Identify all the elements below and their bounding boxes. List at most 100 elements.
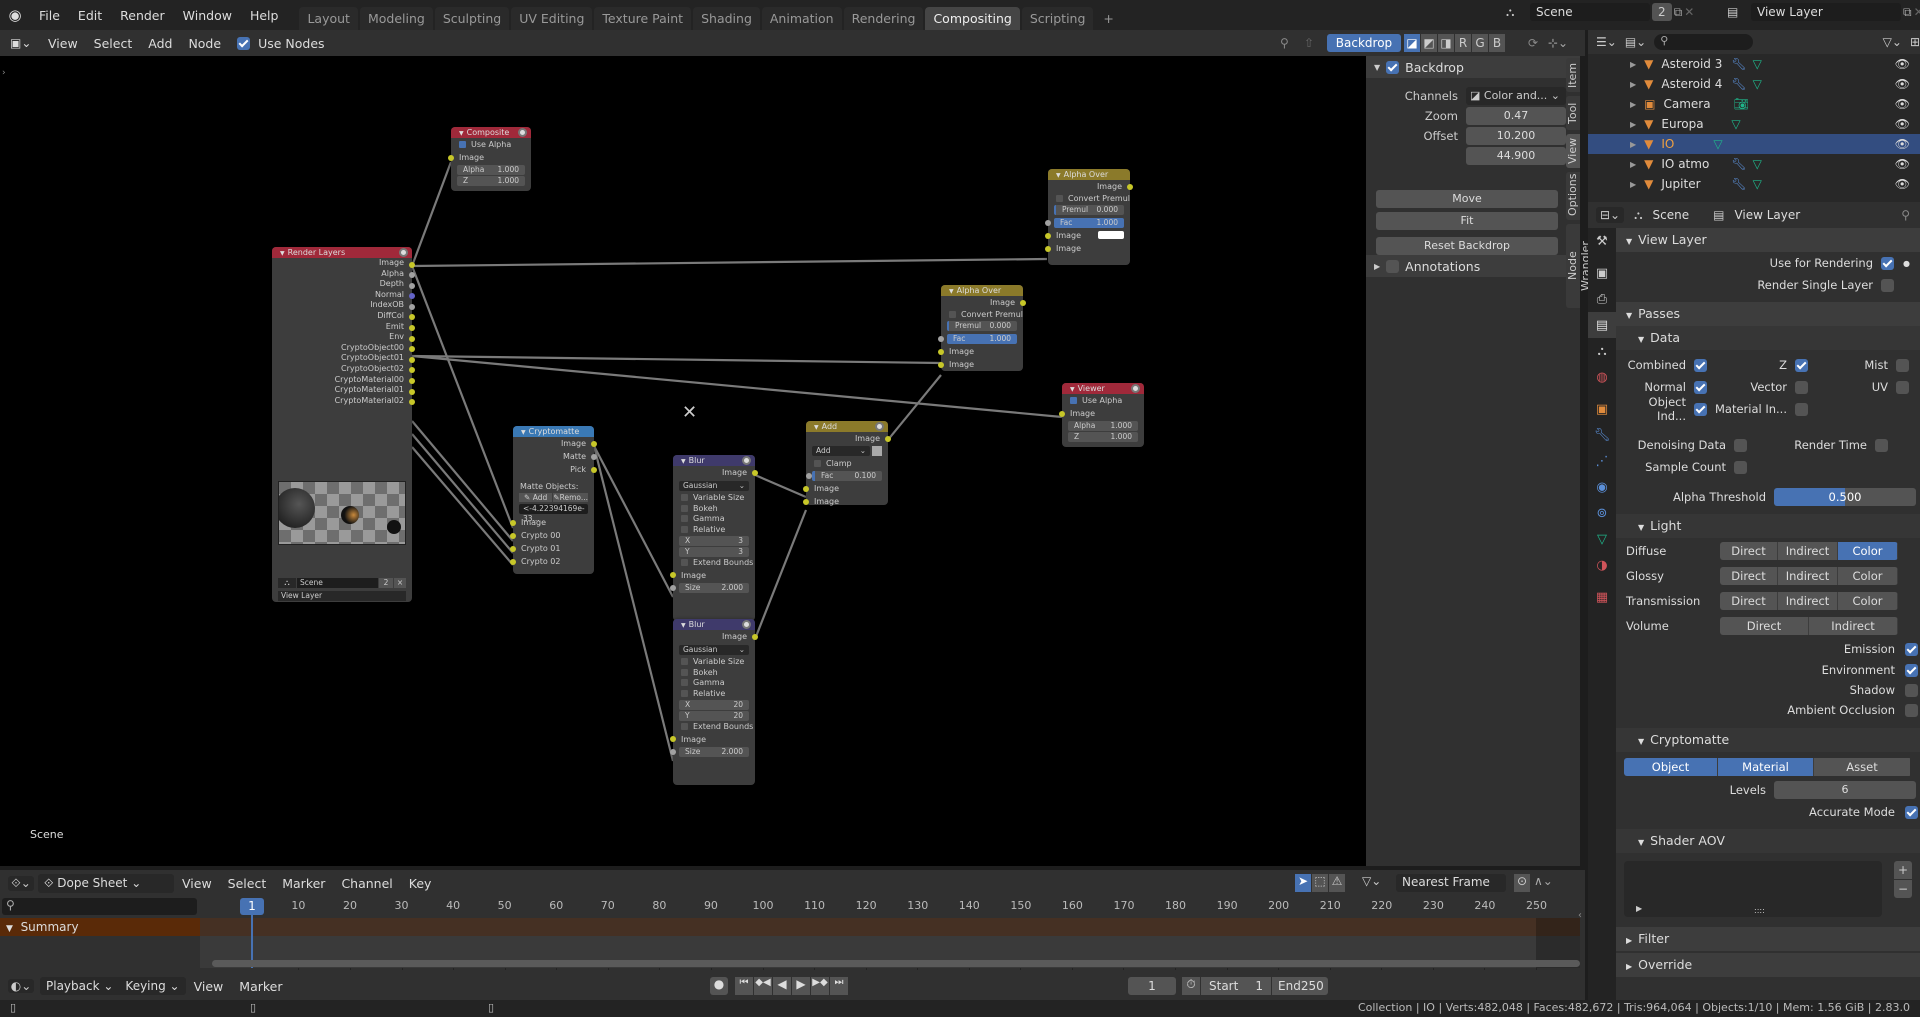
world-tab-icon[interactable]: ◍ xyxy=(1588,364,1616,390)
tab-sculpting[interactable]: Sculpting xyxy=(434,7,510,30)
object-name[interactable]: Jupiter xyxy=(1661,177,1725,191)
visibility-eye-icon[interactable]: 👁︎ xyxy=(1895,57,1910,71)
snap-icon[interactable]: ⟳ xyxy=(1528,36,1538,50)
blend-mode-dropdown[interactable]: Add ⌄ xyxy=(812,446,870,456)
toolbar-toggle-icon[interactable]: › xyxy=(2,68,6,78)
mist-checkbox[interactable] xyxy=(1896,358,1909,372)
data-subsection[interactable]: ▼ Data xyxy=(1616,326,1920,350)
channel-color-icon[interactable]: ◩ xyxy=(1421,34,1437,52)
volume-direct-toggle[interactable]: Direct xyxy=(1720,616,1809,635)
jump-start-button[interactable]: ⏮ xyxy=(735,977,753,995)
output-socket[interactable] xyxy=(409,282,415,289)
outliner-item[interactable]: ▶ ▼ Europa ▽ 👁︎ xyxy=(1588,114,1920,134)
denoising-data-checkbox[interactable] xyxy=(1734,438,1747,452)
alpha-threshold-slider[interactable]: 0.500 xyxy=(1774,488,1916,506)
node-header[interactable]: ▼ Viewer xyxy=(1062,383,1144,394)
only-selected-icon[interactable]: ➤ xyxy=(1295,874,1311,892)
reset-backdrop-button[interactable]: Reset Backdrop xyxy=(1376,237,1558,255)
extend-bounds-checkbox[interactable] xyxy=(681,723,688,730)
current-frame-badge[interactable]: 1 xyxy=(240,898,264,915)
parent-node-icon[interactable]: ⇧ xyxy=(1304,36,1314,50)
node-header[interactable]: ▼ Blur xyxy=(673,619,755,630)
scene-icon[interactable]: ⛬ xyxy=(1506,5,1528,20)
show-hidden-icon[interactable]: ⬚ xyxy=(1312,874,1328,892)
option-checkbox[interactable] xyxy=(681,658,688,665)
blur-node-2[interactable]: ▼ Blur Image Gaussian ⌄ Variable Size Bokeh Gam… xyxy=(670,619,758,785)
output-socket[interactable] xyxy=(591,440,597,447)
dope-menu-marker[interactable]: Marker xyxy=(274,876,333,891)
constraints-tab-icon[interactable]: ⊚ xyxy=(1588,500,1616,526)
object-name[interactable]: Asteroid 4 xyxy=(1661,77,1725,91)
channel-search-input[interactable]: ⚲ xyxy=(2,898,197,915)
scene-icon[interactable]: ⛬ xyxy=(278,578,296,588)
input-socket[interactable] xyxy=(803,485,809,492)
mesh-data-icon[interactable]: ▽ xyxy=(1753,77,1762,91)
visibility-eye-icon[interactable]: 👁︎ xyxy=(1895,177,1910,191)
premul-field[interactable]: Premul 0.000 xyxy=(947,321,1017,331)
editor-type-icon[interactable]: ▣⌄ xyxy=(10,36,40,50)
only-errors-icon[interactable]: ⚠ xyxy=(1329,874,1345,892)
alpha-field[interactable]: Alpha 1.000 xyxy=(457,165,525,175)
expand-arrow-icon[interactable]: ▶ xyxy=(1630,60,1636,69)
falloff-icon[interactable]: ∧⌄ xyxy=(1534,874,1553,888)
outliner-item[interactable]: ▶ ▼ IO atmo 🔧︎ ▽ 👁︎ xyxy=(1588,154,1920,174)
view-layer-icon[interactable]: ▤ xyxy=(1727,5,1749,19)
mesh-data-icon[interactable]: ▽ xyxy=(1731,117,1740,131)
display-mode-icon[interactable]: ☰⌄ xyxy=(1596,35,1617,49)
node-editor-canvas[interactable]: ✕ ▼ Composite Use Alpha Image Alpha 1.000 … xyxy=(0,56,1366,866)
dope-menu-channel[interactable]: Channel xyxy=(333,876,400,891)
object-name[interactable]: IO xyxy=(1661,137,1707,151)
object-index-checkbox[interactable] xyxy=(1694,402,1707,416)
view-layer-field[interactable]: View Layer xyxy=(1751,3,1901,21)
shader-aov-subsection[interactable]: ▼ Shader AOV xyxy=(1616,829,1920,853)
use-nodes-checkbox[interactable] xyxy=(237,36,251,50)
passes-section[interactable]: ▼ Passes xyxy=(1616,302,1920,326)
render-single-layer-checkbox[interactable] xyxy=(1881,278,1894,292)
visibility-eye-icon[interactable]: 👁︎ xyxy=(1895,77,1910,91)
output-socket[interactable] xyxy=(885,435,891,442)
input-socket[interactable] xyxy=(670,572,676,578)
input-socket[interactable] xyxy=(1045,245,1051,252)
outliner-item[interactable]: ▶ ▼ IO ▽ 👁︎ xyxy=(1588,134,1920,154)
sidebar-tab-node-wrangler[interactable]: Node Wrangler xyxy=(1566,224,1592,308)
next-keyframe-button[interactable]: ▶◆ xyxy=(811,977,829,995)
mesh-data-icon[interactable]: ▽ xyxy=(1753,57,1762,71)
diffuse-direct-toggle[interactable]: Direct xyxy=(1720,541,1778,560)
viewer-node[interactable]: ▼ Viewer Use Alpha Image Alpha 1.000 Z 1.00… xyxy=(1059,383,1144,447)
node-header[interactable]: ▼ Composite xyxy=(451,127,531,138)
input-socket[interactable] xyxy=(1045,232,1051,239)
dope-menu-select[interactable]: Select xyxy=(220,876,275,891)
object-name[interactable]: IO atmo xyxy=(1661,157,1725,171)
remove-eyedropper-button[interactable]: ✎Remo... xyxy=(553,493,588,502)
render-tab-icon[interactable]: ▣ xyxy=(1588,260,1616,286)
expand-arrow-icon[interactable]: ▶ xyxy=(1630,180,1636,189)
outliner-search-input[interactable]: ⚲ xyxy=(1654,34,1753,50)
collapse-arrow-icon[interactable]: ‹ xyxy=(1578,910,1582,921)
mesh-data-icon[interactable]: ▽ xyxy=(1753,177,1762,191)
node-header[interactable]: ▼ Cryptomatte xyxy=(513,426,594,437)
option-checkbox[interactable] xyxy=(681,494,688,501)
fac-field[interactable]: Fac 1.000 xyxy=(938,334,1017,344)
scene-name-field[interactable]: Scene xyxy=(1530,3,1650,21)
clamp-checkbox[interactable] xyxy=(814,460,821,467)
start-frame-field[interactable]: Start 1 xyxy=(1201,977,1271,995)
node-header[interactable]: ▼ Alpha Over xyxy=(941,285,1023,296)
tab-scripting[interactable]: Scripting xyxy=(1021,7,1094,30)
input-socket[interactable] xyxy=(1059,410,1065,417)
backdrop-button[interactable]: Backdrop xyxy=(1327,34,1401,52)
output-socket[interactable] xyxy=(409,261,415,268)
physics-tab-icon[interactable]: ◉ xyxy=(1588,474,1616,500)
expand-arrow-icon[interactable]: ▶ xyxy=(1630,100,1636,109)
view-layer-filter-icon[interactable]: ▤⌄ xyxy=(1625,35,1646,49)
remove-view-layer-icon[interactable]: ✕ xyxy=(1914,5,1920,19)
option-checkbox[interactable] xyxy=(681,689,688,697)
input-socket[interactable] xyxy=(510,519,516,526)
render-time-checkbox[interactable] xyxy=(1875,438,1888,452)
menu-file[interactable]: File xyxy=(30,8,69,23)
convert-premul-checkbox[interactable] xyxy=(1056,195,1063,202)
timeline-menu-view[interactable]: View xyxy=(186,979,232,994)
glossy-direct-toggle[interactable]: Direct xyxy=(1720,566,1778,585)
crypto-object-toggle[interactable]: Object xyxy=(1624,758,1718,776)
output-tab-icon[interactable]: ⎙ xyxy=(1588,286,1616,312)
cryptomatte-node[interactable]: ▼ Cryptomatte Image Matte Pick Matte Obje… xyxy=(510,426,597,574)
